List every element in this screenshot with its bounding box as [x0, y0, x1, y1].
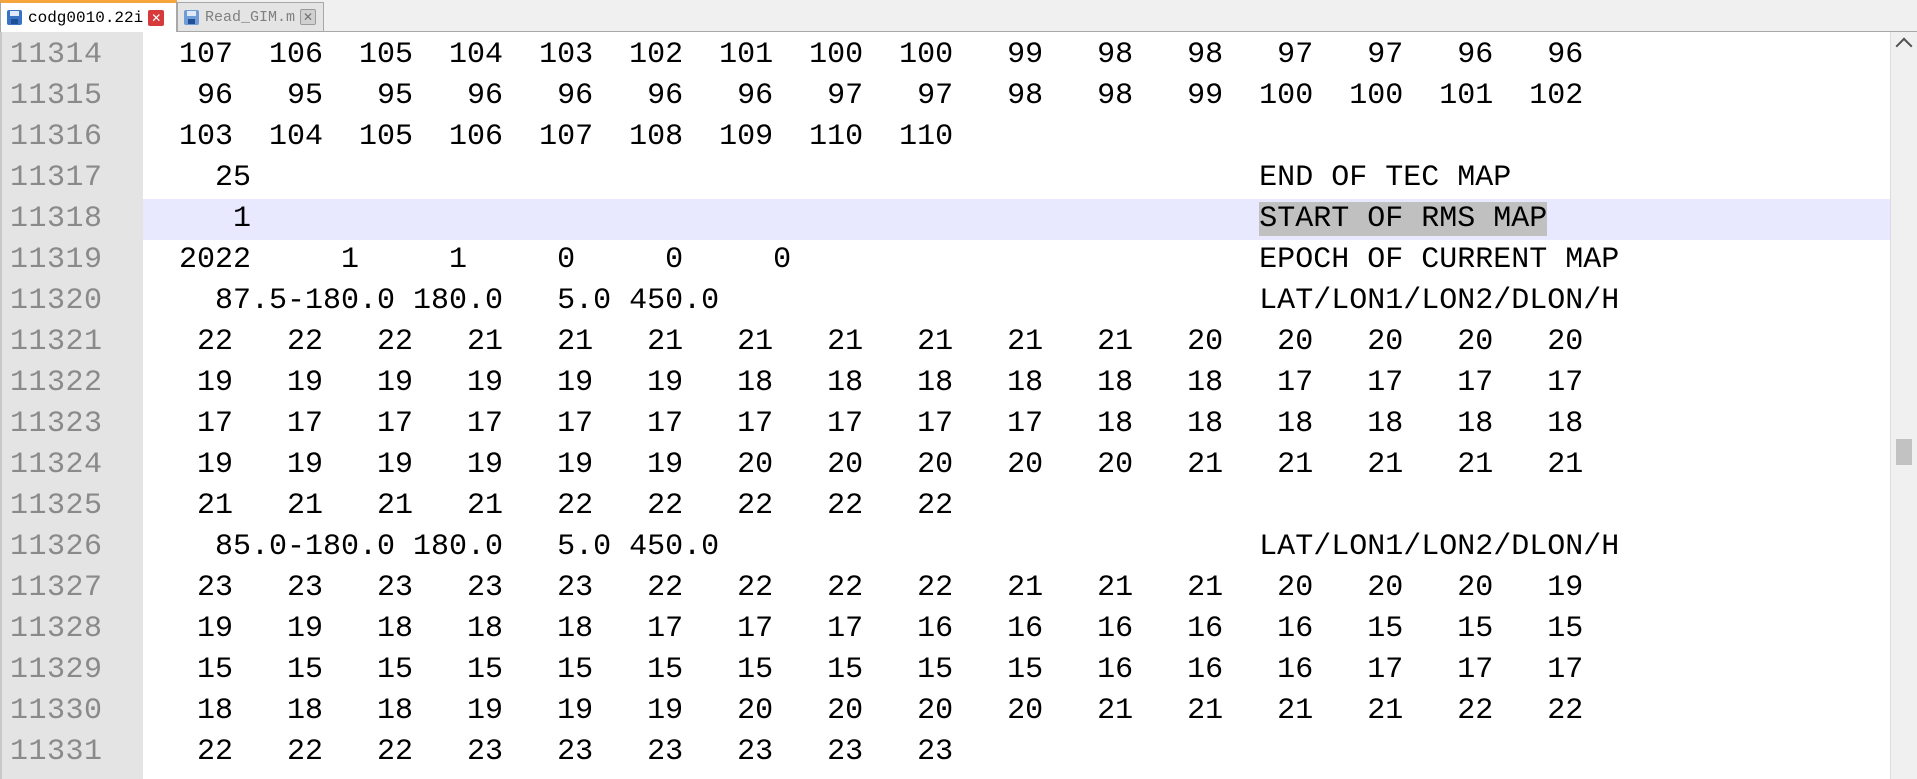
line-content[interactable]: 23 23 23 23 23 22 22 22 22 21 21 21 20 2… — [143, 568, 1892, 609]
line-number: 11323 — [10, 407, 103, 441]
line-number: 11320 — [10, 284, 103, 318]
line-number: 11328 — [10, 612, 103, 646]
line-content[interactable]: 15 15 15 15 15 15 15 15 15 15 16 16 16 1… — [143, 650, 1892, 691]
line-text: 19 19 19 19 19 19 20 20 20 20 20 21 21 2… — [143, 448, 1584, 482]
line-content[interactable]: 25 END OF TEC MAP — [143, 158, 1892, 199]
editor-line[interactable]: 11321 22 22 22 21 21 21 21 21 21 21 21 2… — [2, 322, 1892, 363]
text-editor[interactable]: 11314 107 106 105 104 103 102 101 100 10… — [0, 32, 1917, 779]
editor-line[interactable]: 11315 96 95 95 96 96 96 96 97 97 98 98 9… — [2, 76, 1892, 117]
line-text: 19 19 19 19 19 19 18 18 18 18 18 18 17 1… — [143, 366, 1584, 400]
line-content[interactable]: 103 104 105 106 107 108 109 110 110 — [143, 117, 1892, 158]
editor-line[interactable]: 11328 19 19 18 18 18 17 17 17 16 16 16 1… — [2, 609, 1892, 650]
line-number: 11319 — [10, 243, 103, 277]
line-number: 11318 — [10, 202, 103, 236]
editor-line[interactable]: 11330 18 18 18 19 19 19 20 20 20 20 21 2… — [2, 691, 1892, 732]
tab-label: codg0010.22i — [28, 8, 144, 27]
line-text: 1 — [143, 202, 1260, 236]
editor-line[interactable]: 11322 19 19 19 19 19 19 18 18 18 18 18 1… — [2, 363, 1892, 404]
vertical-scrollbar[interactable] — [1890, 32, 1917, 779]
line-content[interactable]: 107 106 105 104 103 102 101 100 100 99 9… — [143, 35, 1892, 76]
line-content[interactable]: 17 17 17 17 17 17 17 17 17 17 18 18 18 1… — [143, 404, 1892, 445]
selected-text: START OF RMS MAP — [1259, 202, 1548, 236]
line-number: 11314 — [10, 38, 103, 72]
line-number: 11315 — [10, 79, 103, 113]
line-text: 2022 1 1 0 0 0 EPOCH OF CURRENT MAP — [143, 243, 1620, 277]
line-number: 11325 — [10, 489, 103, 523]
tab-codg0010[interactable]: codg0010.22i ✕ — [0, 0, 177, 32]
line-text: 87.5-180.0 180.0 5.0 450.0 LAT/LON1/LON2… — [143, 284, 1620, 318]
editor-line[interactable]: 11326 85.0-180.0 180.0 5.0 450.0 LAT/LON… — [2, 527, 1892, 568]
editor-line[interactable]: 11314 107 106 105 104 103 102 101 100 10… — [2, 35, 1892, 76]
line-number: 11327 — [10, 571, 103, 605]
editor-line[interactable]: 11318 1 START OF RMS MAP — [2, 199, 1892, 240]
scrollbar-thumb[interactable] — [1896, 439, 1912, 465]
line-number: 11322 — [10, 366, 103, 400]
line-text: 19 19 18 18 18 17 17 17 16 16 16 16 16 1… — [143, 612, 1584, 646]
line-text: 18 18 18 19 19 19 20 20 20 20 21 21 21 2… — [143, 694, 1584, 728]
line-content[interactable]: 96 95 95 96 96 96 96 97 97 98 98 99 100 … — [143, 76, 1892, 117]
chevron-up-icon[interactable] — [1895, 37, 1913, 55]
editor-line[interactable]: 11323 17 17 17 17 17 17 17 17 17 17 18 1… — [2, 404, 1892, 445]
save-disk-icon — [7, 10, 22, 25]
line-content[interactable]: 22 22 22 23 23 23 23 23 23 — [143, 732, 1892, 773]
line-text: 85.0-180.0 180.0 5.0 450.0 LAT/LON1/LON2… — [143, 530, 1620, 564]
editor-line[interactable]: 11317 25 END OF TEC MAP — [2, 158, 1892, 199]
line-content[interactable]: 21 21 21 21 22 22 22 22 22 — [143, 486, 1892, 527]
line-text: 25 END OF TEC MAP — [143, 161, 1512, 195]
line-text: 22 22 22 21 21 21 21 21 21 21 21 20 20 2… — [143, 325, 1584, 359]
line-content[interactable]: 2022 1 1 0 0 0 EPOCH OF CURRENT MAP — [143, 240, 1892, 281]
editor-line[interactable]: 11320 87.5-180.0 180.0 5.0 450.0 LAT/LON… — [2, 281, 1892, 322]
tab-bar: codg0010.22i ✕ Read_GIM.m ✕ — [0, 0, 1917, 32]
editor-line[interactable]: 11331 22 22 22 23 23 23 23 23 23 — [2, 732, 1892, 773]
line-text: 21 21 21 21 22 22 22 22 22 — [143, 489, 954, 523]
tab-label: Read_GIM.m — [205, 8, 296, 26]
line-text: 17 17 17 17 17 17 17 17 17 17 18 18 18 1… — [143, 407, 1584, 441]
line-text: 15 15 15 15 15 15 15 15 15 15 16 16 16 1… — [143, 653, 1584, 687]
line-content[interactable]: 1 START OF RMS MAP — [143, 199, 1892, 240]
line-number: 11321 — [10, 325, 103, 359]
line-content[interactable]: 87.5-180.0 180.0 5.0 450.0 LAT/LON1/LON2… — [143, 281, 1892, 322]
line-text: 23 23 23 23 23 22 22 22 22 21 21 21 20 2… — [143, 571, 1584, 605]
line-number: 11316 — [10, 120, 103, 154]
line-text: 103 104 105 106 107 108 109 110 110 — [143, 120, 954, 154]
line-number: 11330 — [10, 694, 103, 728]
tab-read-gim[interactable]: Read_GIM.m ✕ — [177, 2, 324, 31]
line-text: 107 106 105 104 103 102 101 100 100 99 9… — [143, 38, 1584, 72]
close-icon[interactable]: ✕ — [148, 9, 165, 26]
close-icon[interactable]: ✕ — [300, 9, 317, 25]
editor-lines: 11314 107 106 105 104 103 102 101 100 10… — [2, 35, 1892, 773]
line-content[interactable]: 85.0-180.0 180.0 5.0 450.0 LAT/LON1/LON2… — [143, 527, 1892, 568]
line-content[interactable]: 19 19 18 18 18 17 17 17 16 16 16 16 16 1… — [143, 609, 1892, 650]
line-number: 11317 — [10, 161, 103, 195]
line-number: 11331 — [10, 735, 103, 769]
editor-line[interactable]: 11319 2022 1 1 0 0 0 EPOCH OF CURRENT MA… — [2, 240, 1892, 281]
line-content[interactable]: 18 18 18 19 19 19 20 20 20 20 21 21 21 2… — [143, 691, 1892, 732]
line-text: 22 22 22 23 23 23 23 23 23 — [143, 735, 954, 769]
line-number: 11326 — [10, 530, 103, 564]
editor-line[interactable]: 11324 19 19 19 19 19 19 20 20 20 20 20 2… — [2, 445, 1892, 486]
line-text: 96 95 95 96 96 96 96 97 97 98 98 99 100 … — [143, 79, 1584, 113]
line-number: 11329 — [10, 653, 103, 687]
editor-line[interactable]: 11316 103 104 105 106 107 108 109 110 11… — [2, 117, 1892, 158]
line-number: 11324 — [10, 448, 103, 482]
save-disk-icon — [184, 9, 199, 25]
editor-line[interactable]: 11325 21 21 21 21 22 22 22 22 22 — [2, 486, 1892, 527]
editor-line[interactable]: 11329 15 15 15 15 15 15 15 15 15 15 16 1… — [2, 650, 1892, 691]
line-content[interactable]: 19 19 19 19 19 19 18 18 18 18 18 18 17 1… — [143, 363, 1892, 404]
editor-line[interactable]: 11327 23 23 23 23 23 22 22 22 22 21 21 2… — [2, 568, 1892, 609]
line-content[interactable]: 19 19 19 19 19 19 20 20 20 20 20 21 21 2… — [143, 445, 1892, 486]
line-content[interactable]: 22 22 22 21 21 21 21 21 21 21 21 20 20 2… — [143, 322, 1892, 363]
